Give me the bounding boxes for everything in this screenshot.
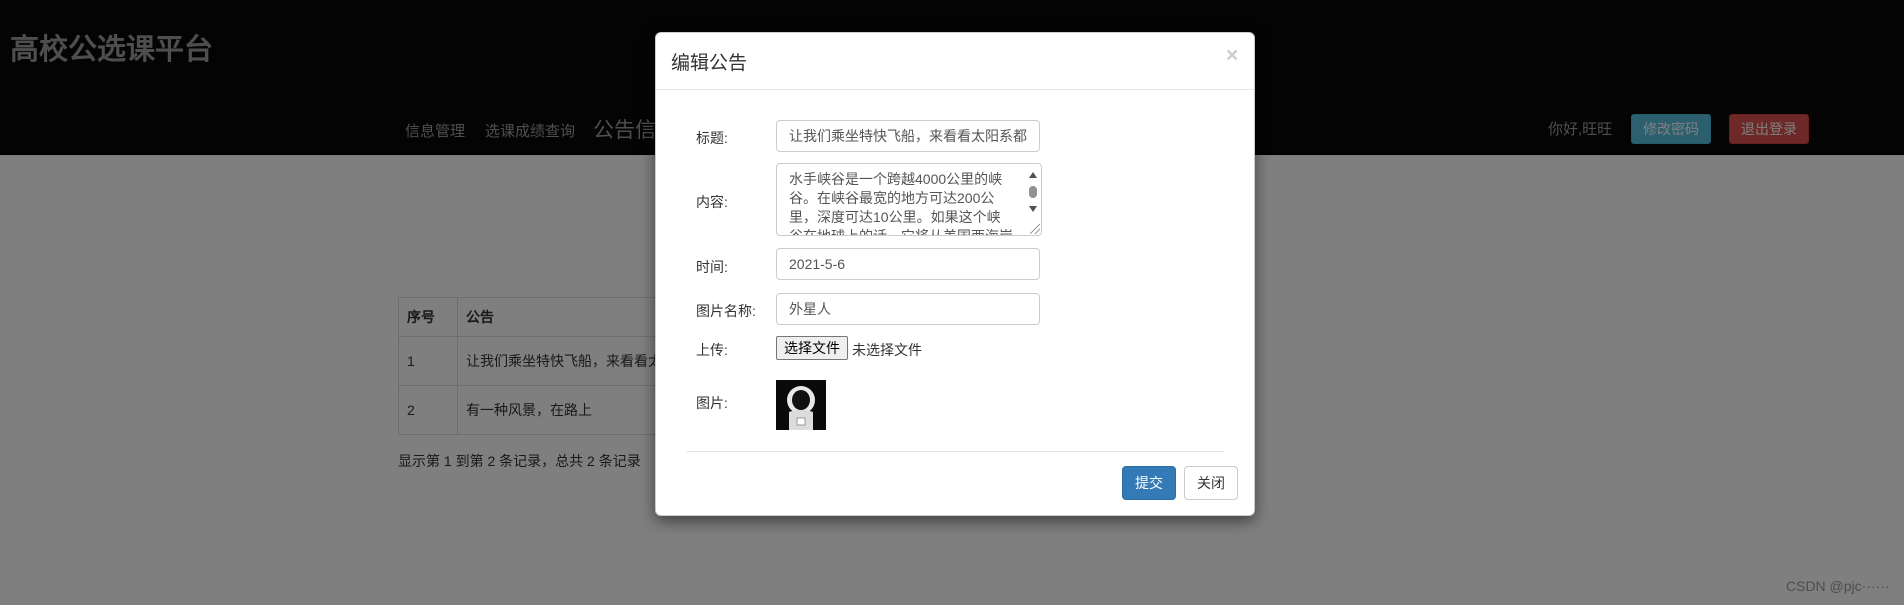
content-textarea[interactable]: 水手峡谷是一个跨越4000公里的峡谷。在峡谷最宽的地方可达200公里，深度可达1… (776, 163, 1042, 236)
submit-button[interactable]: 提交 (1122, 466, 1176, 500)
image-name-input[interactable]: 外星人 (776, 293, 1040, 325)
content-label: 内容: (696, 194, 728, 210)
image-name-label: 图片名称: (696, 303, 756, 319)
scroll-thumb[interactable] (1029, 186, 1037, 198)
title-label: 标题: (696, 130, 728, 146)
content-text: 水手峡谷是一个跨越4000公里的峡谷。在峡谷最宽的地方可达200公里，深度可达1… (789, 171, 1013, 236)
modal-title: 编辑公告 (671, 53, 748, 74)
scroll-up-arrow-icon[interactable] (1029, 172, 1037, 178)
file-status: 未选择文件 (852, 342, 922, 358)
resize-grip-icon[interactable] (1030, 224, 1040, 234)
image-label: 图片: (696, 395, 728, 411)
modal-header: 编辑公告 × (656, 33, 1254, 90)
close-icon[interactable]: × (1226, 45, 1238, 66)
title-input[interactable]: 让我们乘坐特快飞船，来看看太阳系都 (776, 120, 1040, 152)
image-preview (776, 380, 826, 430)
close-button[interactable]: 关闭 (1184, 466, 1238, 500)
time-label: 时间: (696, 259, 728, 275)
time-input[interactable]: 2021-5-6 (776, 248, 1040, 280)
edit-announcement-modal: 编辑公告 × 标题: 让我们乘坐特快飞船，来看看太阳系都 内容: 水手峡谷是一个… (655, 32, 1255, 516)
choose-file-button[interactable]: 选择文件 (776, 336, 848, 360)
scroll-down-arrow-icon[interactable] (1029, 206, 1037, 212)
astronaut-icon (776, 380, 826, 430)
modal-footer-divider (686, 451, 1224, 452)
upload-label: 上传: (696, 342, 728, 358)
